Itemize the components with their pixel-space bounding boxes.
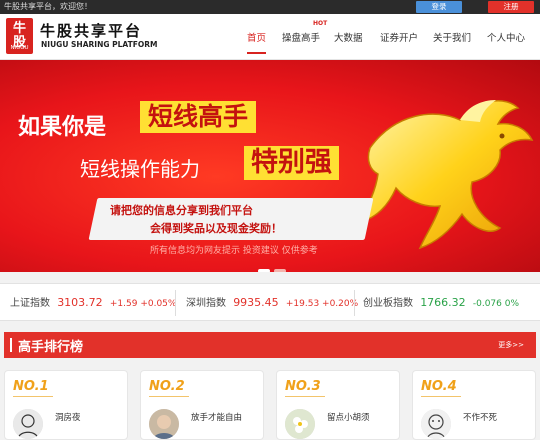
- trader-name[interactable]: 洞房夜: [55, 411, 81, 423]
- divider: [354, 290, 355, 316]
- trader-name[interactable]: 放手才能自由: [191, 411, 242, 423]
- welcome-text: 牛股共享平台，欢迎您！: [4, 2, 92, 11]
- divider: [175, 290, 176, 316]
- banner-line2-prefix: 短线操作能力: [80, 157, 200, 181]
- logo-name-en: NIUGU SHARING PLATFORM: [41, 40, 158, 49]
- top-bar: 牛股共享平台，欢迎您！ 登录 注册: [0, 0, 540, 14]
- carousel-dot[interactable]: [258, 269, 270, 272]
- rank-label: NO.1: [13, 379, 49, 394]
- logo-mark-sub: NIUGU: [10, 45, 29, 51]
- nav-open-account[interactable]: 证券开户: [380, 30, 418, 44]
- banner-line2-highlight: 特别强: [244, 146, 339, 180]
- trader-name[interactable]: 留点小胡须: [327, 411, 370, 423]
- index-name: 创业板指数: [363, 298, 413, 309]
- index-shanghai[interactable]: 上证指数 3103.72 +1.59 +0.05%: [10, 294, 176, 309]
- nav-home[interactable]: 首页: [247, 30, 267, 54]
- banner-line1-highlight: 短线高手: [140, 101, 257, 133]
- trader-card[interactable]: NO.3 留点小胡须: [276, 370, 400, 440]
- banner-disclaimer: 所有信息均为网友提示 投资建议 仅供参考: [150, 246, 318, 256]
- trader-name[interactable]: 不作不死: [463, 411, 497, 423]
- avatar[interactable]: [149, 409, 179, 439]
- hot-badge-icon: HOT: [313, 20, 328, 27]
- ranking-title: 高手排行榜: [18, 340, 84, 355]
- banner-line1-prefix: 如果你是: [18, 115, 107, 140]
- nav-big-data[interactable]: 大数据: [334, 30, 363, 44]
- index-change: +1.59 +0.05%: [109, 299, 177, 309]
- rank-label: NO.3: [285, 379, 321, 394]
- nav-about-us[interactable]: 关于我们: [433, 30, 471, 44]
- trader-card[interactable]: NO.2 放手才能自由: [140, 370, 264, 440]
- avatar[interactable]: [421, 409, 451, 439]
- index-chinext[interactable]: 创业板指数 1766.32 -0.076 0%: [363, 294, 519, 309]
- rank-label: NO.2: [149, 379, 185, 394]
- index-name: 深圳指数: [186, 298, 226, 309]
- banner-ribbon-line2: 会得到奖品以及现金奖励！: [150, 222, 282, 235]
- index-change: -0.076 0%: [472, 299, 520, 309]
- banner-ribbon-line1: 请把您的信息分享到我们平台: [110, 204, 253, 217]
- nav-traders[interactable]: 操盘高手: [282, 30, 320, 44]
- index-change: +19.53 +0.20%: [285, 299, 359, 309]
- ranking-header: 高手排行榜 更多>>: [4, 332, 536, 358]
- avatar-sketch-icon: [421, 409, 451, 439]
- avatar-flower-icon: [285, 409, 315, 439]
- carousel-dot[interactable]: [274, 269, 286, 272]
- section-accent: [10, 338, 12, 352]
- register-button[interactable]: 注册: [488, 1, 534, 13]
- rank-underline: [285, 396, 325, 397]
- logo-icon[interactable]: 牛股 NIUGU: [6, 18, 33, 54]
- avatar[interactable]: [285, 409, 315, 439]
- avatar-photo-icon: [149, 409, 179, 439]
- golden-bull-icon: [358, 100, 534, 250]
- avatar[interactable]: [13, 409, 43, 439]
- trader-card[interactable]: NO.4 不作不死: [412, 370, 536, 440]
- rank-underline: [149, 396, 189, 397]
- market-index-bar: 上证指数 3103.72 +1.59 +0.05% 深圳指数 9935.45 +…: [0, 283, 540, 321]
- index-shenzhen[interactable]: 深圳指数 9935.45 +19.53 +0.20%: [186, 294, 358, 309]
- avatar-sketch-icon: [13, 409, 43, 439]
- index-name: 上证指数: [10, 298, 50, 309]
- rank-label: NO.4: [421, 379, 457, 394]
- index-value: 1766.32: [420, 296, 466, 309]
- login-button[interactable]: 登录: [416, 1, 462, 13]
- carousel-dots: [258, 258, 290, 272]
- nav-user-center[interactable]: 个人中心: [487, 30, 525, 44]
- site-header: 牛股 NIUGU 牛股共享平台 NIUGU SHARING PLATFORM 首…: [0, 14, 540, 60]
- rank-underline: [13, 396, 53, 397]
- index-value: 3103.72: [57, 296, 103, 309]
- logo-name-cn[interactable]: 牛股共享平台: [40, 20, 142, 41]
- rank-underline: [421, 396, 461, 397]
- more-link[interactable]: 更多>>: [498, 340, 524, 350]
- hero-banner[interactable]: 如果你是 短线高手 短线操作能力 特别强 请把您的信息分享到我们平台 会得到奖品…: [0, 60, 540, 272]
- index-value: 9935.45: [233, 296, 279, 309]
- trader-card[interactable]: NO.1 洞房夜: [4, 370, 128, 440]
